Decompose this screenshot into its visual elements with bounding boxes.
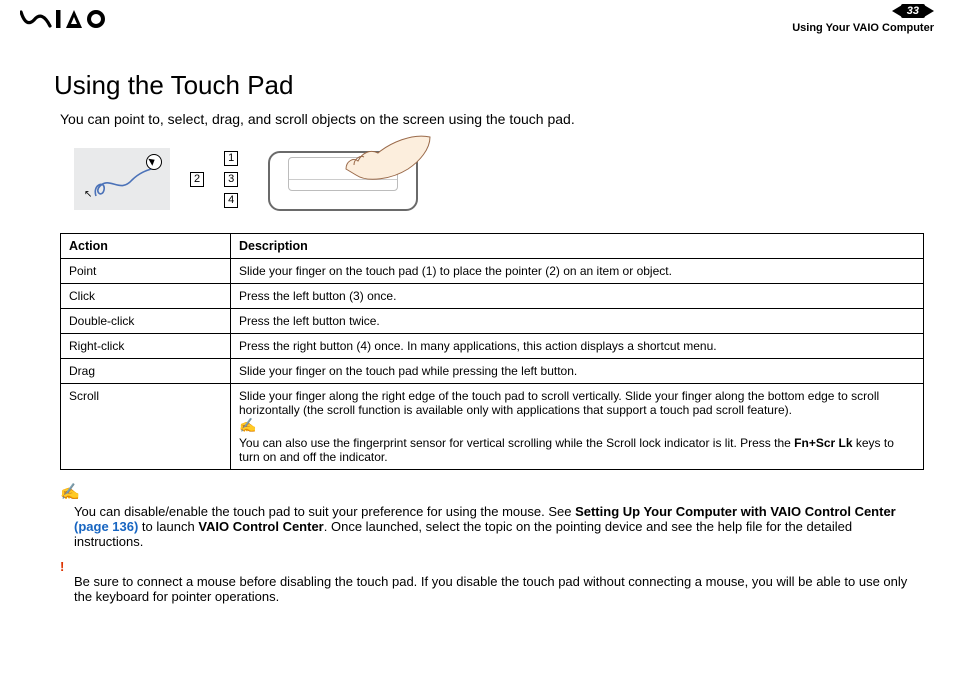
- cursor-icon: ↖: [84, 189, 92, 200]
- description-cell: Slide your finger on the touch pad while…: [231, 359, 924, 384]
- description-cell: Press the left button (3) once.: [231, 284, 924, 309]
- footnote1-bold1: Setting Up Your Computer with VAIO Contr…: [575, 504, 896, 519]
- scroll-note-pre: You can also use the fingerprint sensor …: [239, 436, 794, 450]
- section-title: Using Your VAIO Computer: [792, 22, 934, 34]
- table-row: Click Press the left button (3) once.: [61, 284, 924, 309]
- page-number: 33: [907, 5, 919, 17]
- vaio-logo: [20, 8, 110, 35]
- page-navigator: 33: [892, 4, 934, 18]
- page-link[interactable]: (page 136): [74, 519, 138, 534]
- page-header: 33 Using Your VAIO Computer: [0, 0, 954, 50]
- description-cell: Press the left button twice.: [231, 309, 924, 334]
- callout-column: 1 3 4: [224, 151, 238, 208]
- action-cell: Drag: [61, 359, 231, 384]
- action-cell: Double-click: [61, 309, 231, 334]
- footnote1-mid: to launch: [138, 519, 198, 534]
- table-row: Right-click Press the right button (4) o…: [61, 334, 924, 359]
- callout-2: 2: [190, 172, 204, 187]
- table-row: Double-click Press the left button twice…: [61, 309, 924, 334]
- pointer-target-icon: [146, 154, 162, 170]
- footnote1-pre: You can disable/enable the touch pad to …: [74, 504, 575, 519]
- description-cell: Slide your finger on the touch pad (1) t…: [231, 259, 924, 284]
- footnote-tip: ✍ You can disable/enable the touch pad t…: [60, 482, 924, 549]
- footnote2-text: Be sure to connect a mouse before disabl…: [74, 574, 907, 604]
- table-header-row: Action Description: [61, 234, 924, 259]
- callout-4: 4: [224, 193, 238, 208]
- note-icon: ✍: [239, 417, 915, 434]
- description-cell: Press the right button (4) once. In many…: [231, 334, 924, 359]
- table-row: Point Slide your finger on the touch pad…: [61, 259, 924, 284]
- header-action: Action: [61, 234, 231, 259]
- footnote1-bold2: VAIO Control Center: [198, 519, 323, 534]
- hand-icon: [312, 135, 432, 191]
- pointer-illustration: ↖: [74, 148, 170, 210]
- actions-table: Action Description Point Slide your fing…: [60, 233, 924, 470]
- header-description: Description: [231, 234, 924, 259]
- page-title: Using the Touch Pad: [54, 70, 924, 101]
- next-page-arrow-icon[interactable]: [924, 5, 934, 17]
- page-content: Using the Touch Pad You can point to, se…: [0, 50, 954, 604]
- intro-text: You can point to, select, drag, and scro…: [60, 111, 924, 127]
- illustration-row: ↖ 2 1 3 4: [74, 141, 924, 217]
- description-cell: Slide your finger along the right edge o…: [231, 384, 924, 470]
- pointer-path-icon: [92, 166, 162, 202]
- table-row: Scroll Slide your finger along the right…: [61, 384, 924, 470]
- note-icon: ✍: [60, 482, 924, 502]
- action-cell: Right-click: [61, 334, 231, 359]
- footnote-warning: ! Be sure to connect a mouse before disa…: [60, 559, 924, 604]
- touchpad-illustration: [258, 141, 428, 217]
- scroll-description: Slide your finger along the right edge o…: [239, 389, 879, 417]
- warning-icon: !: [60, 559, 924, 574]
- page-number-badge: 33: [901, 4, 925, 18]
- scroll-note-bold: Fn+Scr Lk: [794, 436, 852, 450]
- action-cell: Scroll: [61, 384, 231, 470]
- callout-1: 1: [224, 151, 238, 166]
- action-cell: Point: [61, 259, 231, 284]
- callout-3: 3: [224, 172, 238, 187]
- action-cell: Click: [61, 284, 231, 309]
- table-row: Drag Slide your finger on the touch pad …: [61, 359, 924, 384]
